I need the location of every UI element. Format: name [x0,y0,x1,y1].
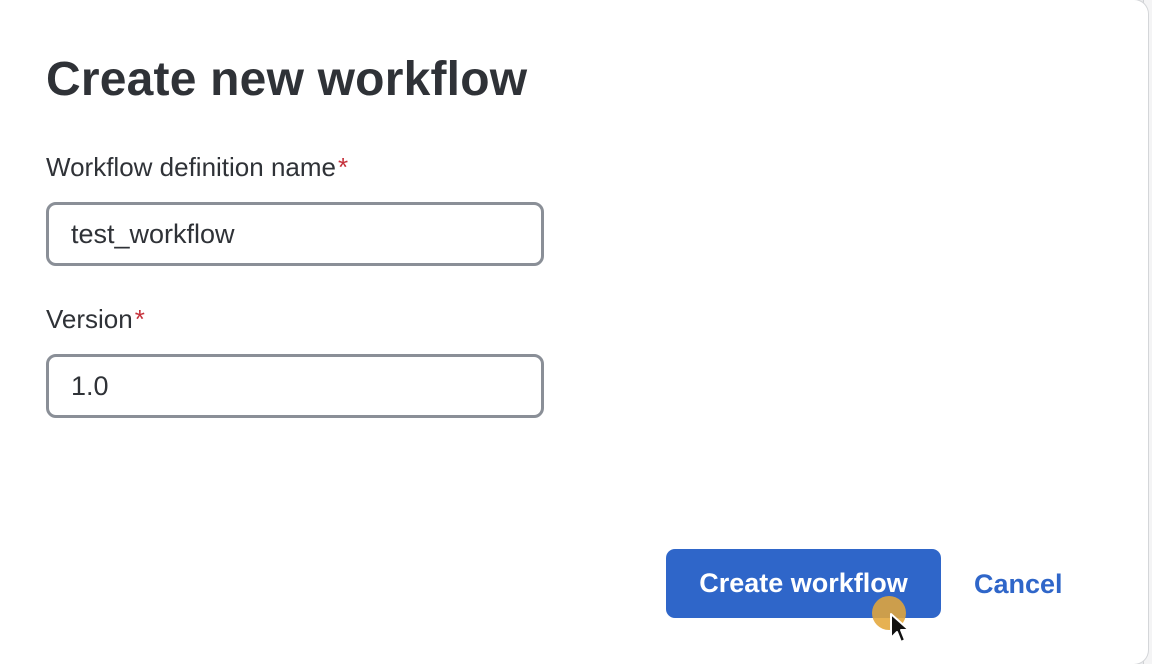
cancel-button[interactable]: Cancel [968,562,1069,606]
workflow-name-label: Workflow definition name* [46,152,348,183]
workflow-name-input[interactable] [46,202,544,266]
create-workflow-dialog: Create new workflow Workflow definition … [0,0,1148,664]
version-label-text: Version [46,304,133,334]
workflow-name-label-text: Workflow definition name [46,152,336,182]
mouse-pointer-icon [890,613,910,643]
version-label: Version* [46,304,145,335]
version-input[interactable] [46,354,544,418]
dialog-title: Create new workflow [46,53,528,106]
required-asterisk: * [338,152,349,182]
required-asterisk: * [134,304,145,334]
